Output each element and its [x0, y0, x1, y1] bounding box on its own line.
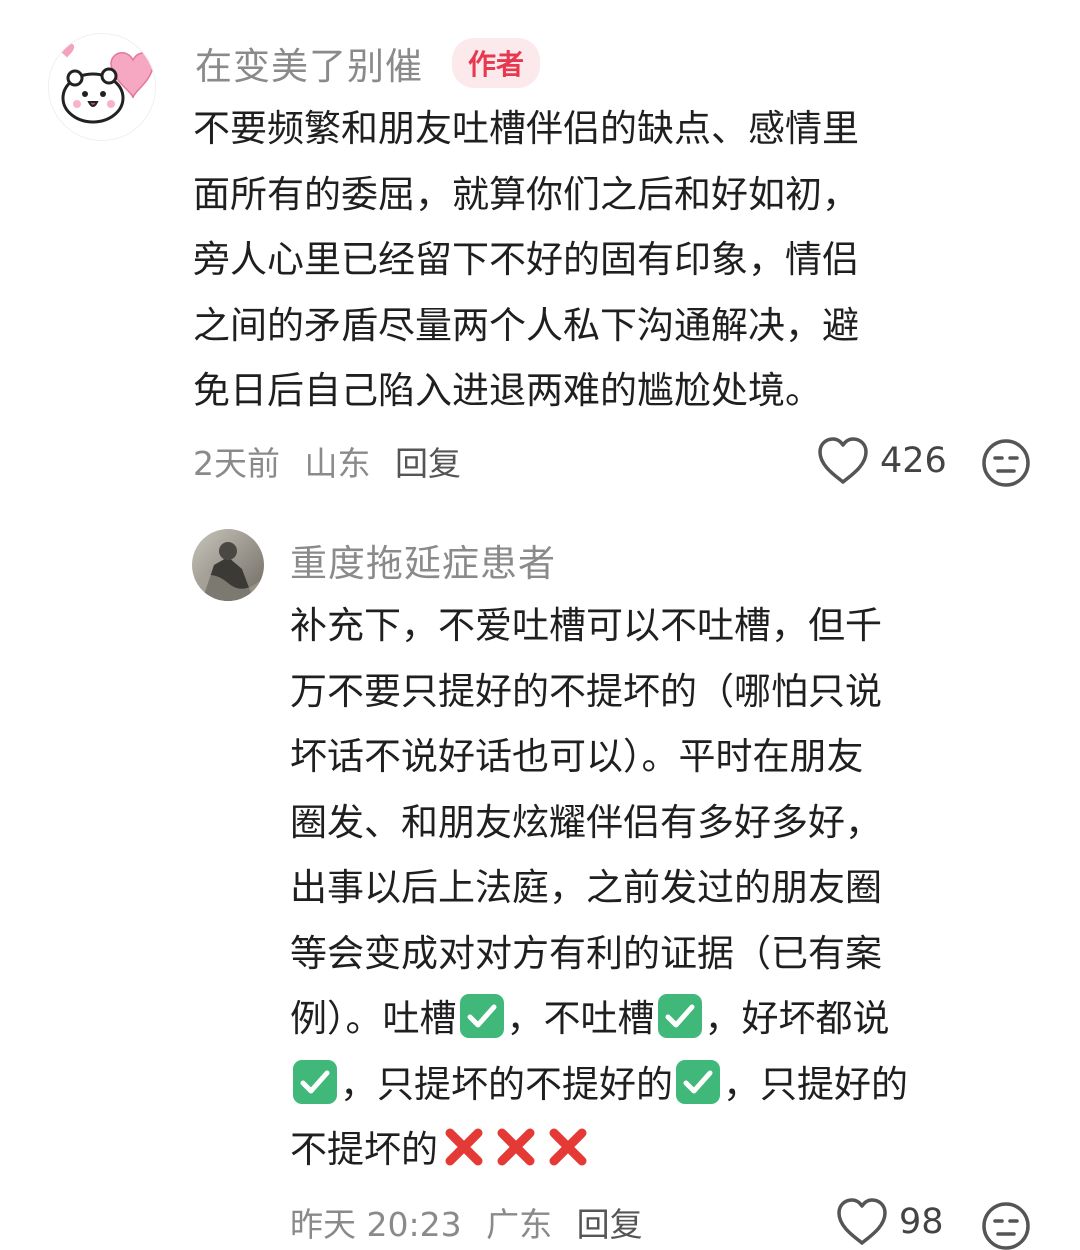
comment-time: 2天前	[193, 444, 280, 483]
text-segment: 例）。吐槽	[290, 997, 457, 1040]
comment-item: 在变美了别催 作者 不要频繁和朋友吐槽伴侣的缺点、感情里 面所有的委屈，就算你们…	[0, 0, 1080, 505]
reply-button[interactable]: 回复	[577, 1205, 643, 1244]
avatar[interactable]	[192, 529, 264, 601]
heart-outline-icon	[837, 1198, 887, 1245]
text-segment: ，不吐槽	[506, 997, 655, 1040]
neutral-face-icon	[982, 1202, 1030, 1250]
comment-line: 不要频繁和朋友吐槽伴侣的缺点、感情里	[193, 107, 859, 150]
check-mark-button-emoji	[676, 1059, 720, 1104]
text-segment: ，好坏都说	[704, 997, 890, 1040]
like-count: 426	[880, 441, 947, 481]
reply-item: 重度拖延症患者 补充下，不爱吐槽可以不吐槽，但千 万不要只提好的不提坏的（哪怕只…	[0, 505, 1080, 1250]
comment-text: 不要频繁和朋友吐槽伴侣的缺点、感情里 面所有的委屈，就算你们之后和好如初， 旁人…	[193, 96, 963, 424]
check-mark-button-emoji	[459, 994, 504, 1038]
neutral-face-icon	[982, 439, 1030, 487]
comment-line: 之间的矛盾尽量两个人私下沟通解决，避	[193, 303, 859, 347]
cross-mark-emoji	[549, 1128, 587, 1166]
like-button[interactable]: 98	[835, 1197, 944, 1247]
comment-line: 圈发、和朋友炫耀伴侣有多好多好，	[290, 800, 882, 844]
avatar[interactable]	[48, 33, 156, 141]
comment-location: 山东	[304, 444, 371, 483]
text-segment: ，只提好的	[723, 1062, 908, 1106]
text-segment: ，只提坏的不提好的	[340, 1062, 673, 1106]
comment-line: 免日后自己陷入进退两难的尴尬处境。	[193, 369, 822, 412]
username[interactable]: 重度拖延症患者	[290, 533, 556, 587]
comment-line: 不提坏的	[290, 1117, 990, 1183]
comment-line: ，只提坏的不提好的 ，只提好的	[290, 1052, 990, 1118]
comment-line: 坏话不说好话也可以）。平时在朋友	[290, 735, 864, 778]
comment-meta: 2天前 山东 回复	[193, 437, 475, 485]
like-count: 98	[899, 1202, 944, 1242]
dislike-button[interactable]	[980, 437, 1032, 489]
comment-line: 旁人心里已经留下不好的固有印象，情侣	[193, 238, 859, 281]
username[interactable]: 在变美了别催	[195, 36, 423, 90]
comment-location: 广东	[486, 1205, 553, 1244]
check-mark-button-emoji	[657, 994, 702, 1038]
comment-line: 补充下，不爱吐槽可以不吐槽，但千	[290, 604, 882, 647]
dislike-button[interactable]	[980, 1200, 1032, 1250]
author-badge: 作者	[452, 38, 541, 88]
like-button[interactable]: 426	[816, 436, 947, 486]
comment-line: 万不要只提好的不提坏的（哪怕只说	[290, 669, 882, 713]
comment-line: 出事以后上法庭，之前发过的朋友圈	[290, 866, 882, 909]
comment-time: 昨天 20:23	[290, 1205, 462, 1244]
check-mark-button-emoji	[293, 1059, 337, 1104]
comment-meta: 昨天 20:23 广东 回复	[290, 1198, 657, 1246]
heart-outline-icon	[818, 437, 868, 484]
comment-line: 等会变成对对方有利的证据（已有案	[290, 931, 882, 975]
reply-text: 补充下，不爱吐槽可以不吐槽，但千 万不要只提好的不提坏的（哪怕只说 坏话不说好话…	[290, 593, 990, 1183]
comment-line: 例）。吐槽 ，不吐槽 ，好坏都说	[290, 986, 990, 1052]
cross-mark-emoji	[445, 1128, 483, 1166]
comment-line: 面所有的委屈，就算你们之后和好如初，	[193, 172, 859, 216]
cross-mark-emoji	[497, 1128, 535, 1166]
text-segment: 不提坏的	[290, 1128, 438, 1171]
reply-button[interactable]: 回复	[395, 444, 461, 483]
